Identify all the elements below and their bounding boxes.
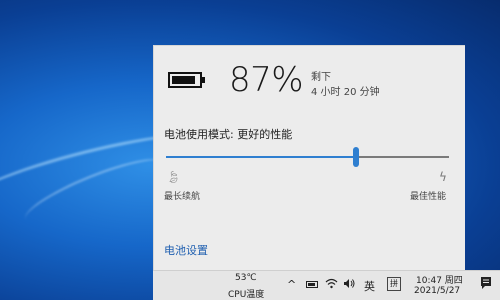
battery-settings-link[interactable]: 电池设置 xyxy=(164,242,208,258)
clock-time[interactable]: 10:47 周四 xyxy=(416,273,463,286)
wifi-icon[interactable] xyxy=(325,278,338,292)
remaining-label: 剩下 xyxy=(311,72,331,83)
tray-battery-icon[interactable] xyxy=(306,281,318,288)
speaker-icon[interactable] xyxy=(343,278,356,292)
best-battery-label: 最长续航 xyxy=(164,192,201,202)
power-mode-label: 电池使用模式: 更好的性能 xyxy=(164,128,293,141)
cpu-temperature: 53℃ xyxy=(235,273,257,283)
slider-thumb[interactable] xyxy=(352,147,359,167)
bolt-icon: ϟ xyxy=(439,170,447,184)
leaf-icon: 🍃︎ xyxy=(166,170,182,184)
notification-icon[interactable] xyxy=(480,276,492,294)
slider-fill xyxy=(166,156,356,158)
battery-icon xyxy=(168,72,208,90)
remaining-time: 4 小时 20 分钟 xyxy=(311,87,380,98)
input-language-indicator[interactable]: 英 xyxy=(364,278,375,294)
clock-date[interactable]: 2021/5/27 xyxy=(414,286,460,296)
battery-percentage: 87% xyxy=(229,60,304,100)
best-performance-label: 最佳性能 xyxy=(410,192,447,202)
battery-flyout: 87% 剩下 4 小时 20 分钟 电池使用模式: 更好的性能 🍃︎ ϟ 最长续… xyxy=(153,45,465,270)
show-hidden-icons-chevron[interactable]: ^ xyxy=(287,278,296,291)
ime-mode-indicator[interactable]: 拼 xyxy=(387,277,401,291)
cpu-temperature-label: CPU温度 xyxy=(228,290,265,300)
taskbar: 53℃ CPU温度 ^ 英 拼 10:47 周四 2021/5/27 xyxy=(153,270,500,300)
power-mode-slider[interactable] xyxy=(166,147,449,167)
